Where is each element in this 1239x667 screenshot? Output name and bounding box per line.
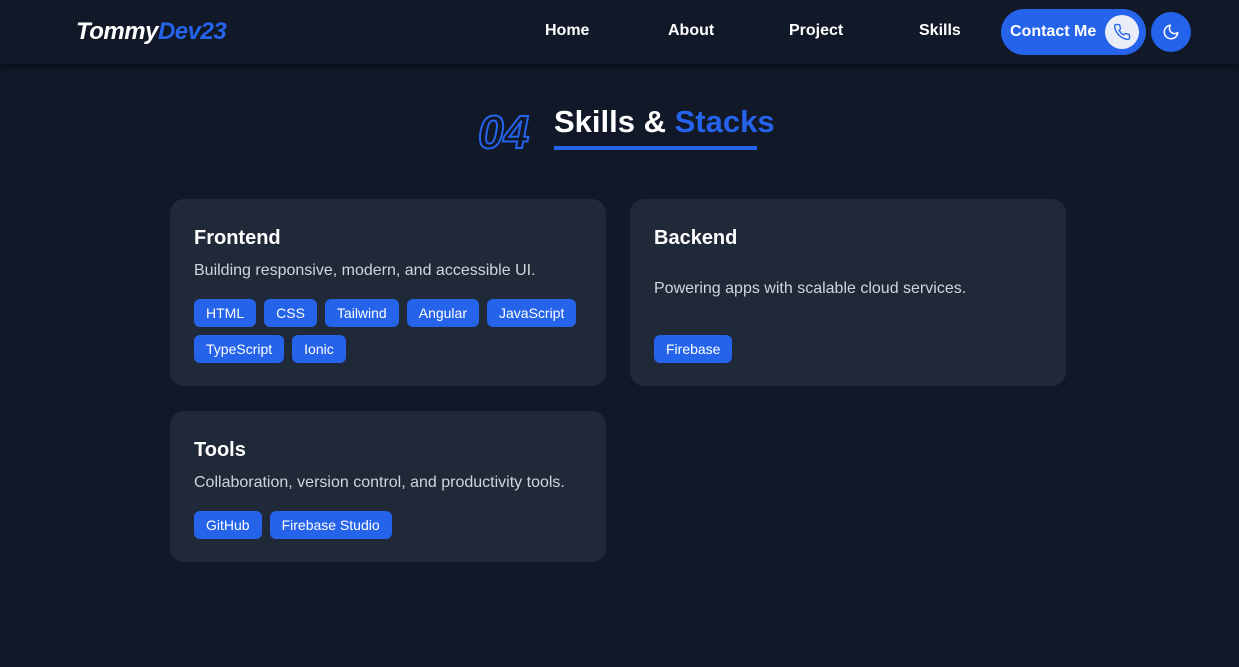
- tag-list: Firebase: [654, 335, 1054, 363]
- title-underline: [554, 146, 757, 150]
- skill-tag: JavaScript: [487, 299, 577, 327]
- card-title: Backend: [654, 227, 738, 249]
- section-title: Skills & Stacks: [554, 104, 775, 140]
- nav-link-about[interactable]: About: [668, 22, 714, 40]
- skill-tag: TypeScript: [194, 335, 285, 363]
- skill-card-backend: Backend Powering apps with scalable clou…: [630, 199, 1066, 386]
- phone-icon: [1105, 15, 1139, 49]
- skill-card-tools: Tools Collaboration, version control, an…: [170, 411, 606, 562]
- skill-card-frontend: Frontend Building responsive, modern, an…: [170, 199, 606, 386]
- skill-tag: CSS: [264, 299, 317, 327]
- tag-list: GitHub Firebase Studio: [194, 511, 594, 539]
- card-title: Frontend: [194, 227, 281, 249]
- skill-tag: GitHub: [194, 511, 262, 539]
- section-title-part2: Stacks: [674, 104, 775, 139]
- card-description: Collaboration, version control, and prod…: [194, 474, 565, 491]
- skill-tag: Ionic: [292, 335, 346, 363]
- logo[interactable]: TommyDev23: [76, 18, 227, 46]
- card-description: Building responsive, modern, and accessi…: [194, 262, 536, 279]
- section-number: 04: [478, 105, 530, 154]
- logo-name-part1: Tommy: [76, 18, 158, 45]
- card-description: Powering apps with scalable cloud servic…: [654, 280, 967, 297]
- nav-link-skills[interactable]: Skills: [919, 22, 961, 40]
- skill-tag: Firebase: [654, 335, 733, 363]
- skill-tag: Firebase Studio: [269, 511, 392, 539]
- tag-list: HTML CSS Tailwind Angular JavaScript Typ…: [194, 299, 594, 363]
- skill-tag: Angular: [406, 299, 479, 327]
- theme-toggle-button[interactable]: [1151, 12, 1191, 52]
- contact-me-label: Contact Me: [1010, 23, 1097, 40]
- nav-link-project[interactable]: Project: [789, 22, 843, 40]
- card-title: Tools: [194, 439, 246, 461]
- logo-name-part2: Dev23: [157, 18, 227, 45]
- skill-tag: HTML: [194, 299, 257, 327]
- skill-tag: Tailwind: [324, 299, 399, 327]
- svg-text:04: 04: [478, 106, 529, 154]
- navbar: TommyDev23 Home About Project Skills Con…: [0, 0, 1239, 64]
- contact-me-button[interactable]: Contact Me: [1001, 9, 1146, 55]
- nav-link-home[interactable]: Home: [545, 22, 589, 40]
- section-title-part1: Skills &: [554, 104, 675, 139]
